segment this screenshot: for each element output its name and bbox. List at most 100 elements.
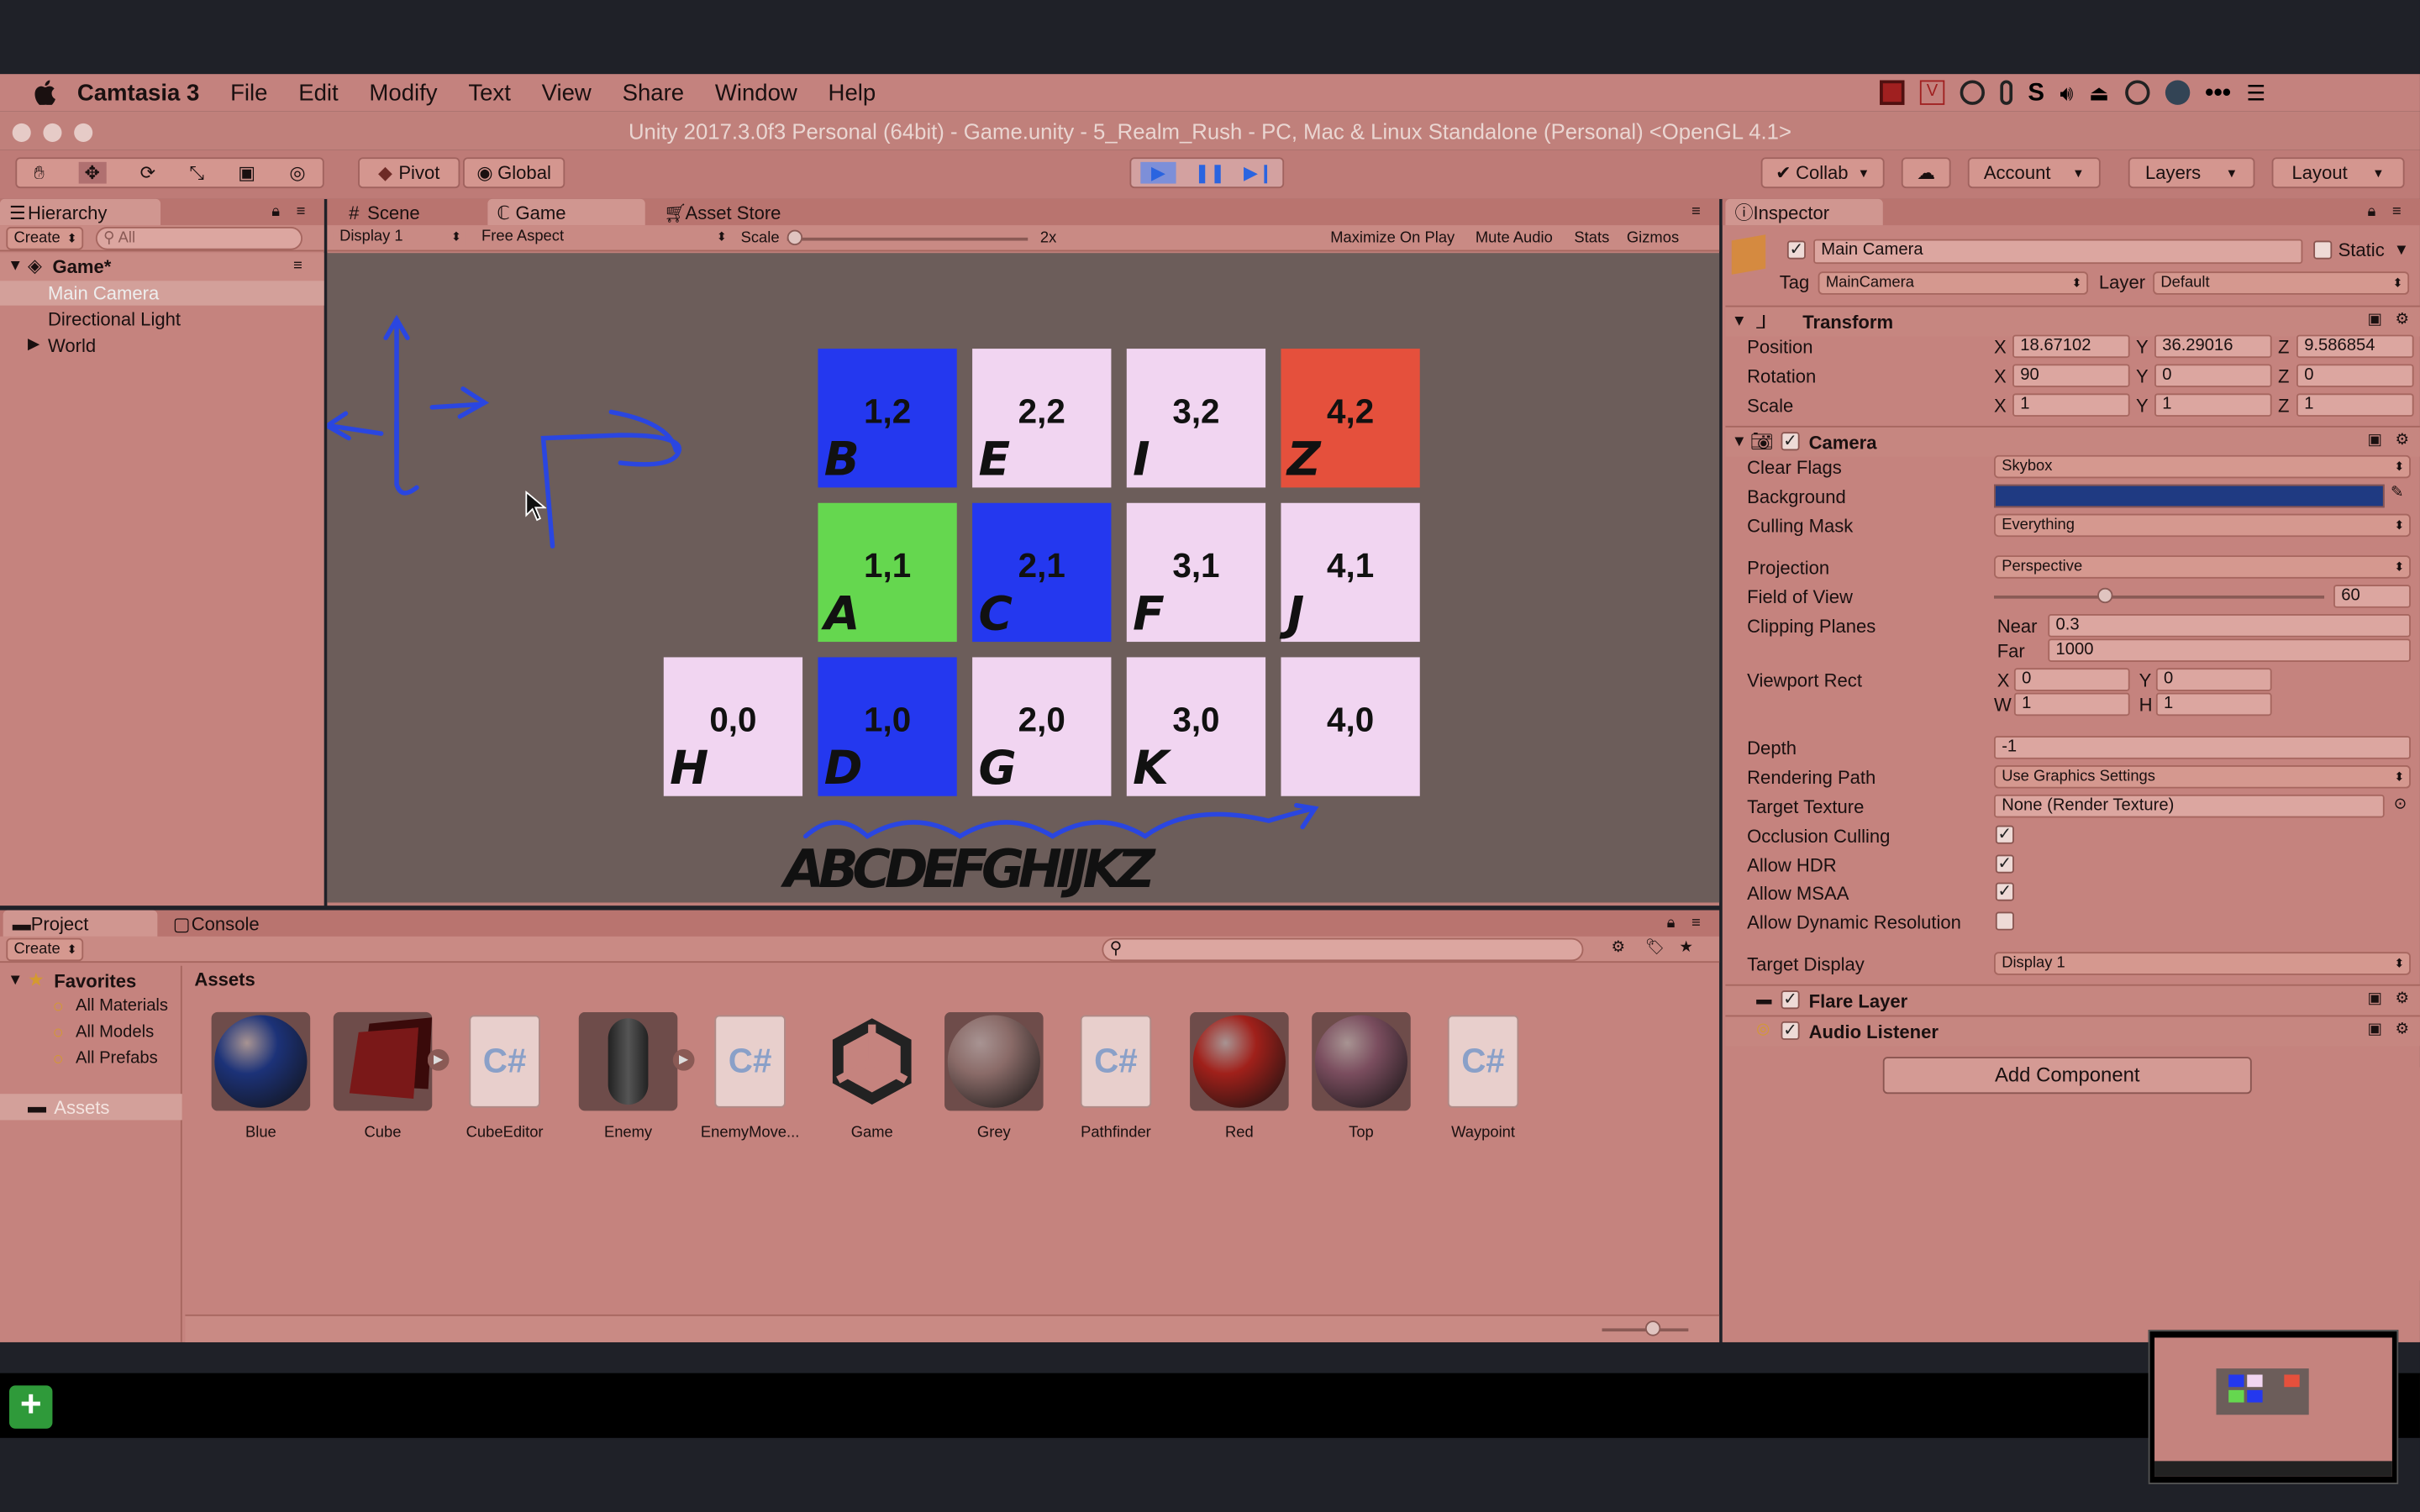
aspect-dropdown[interactable]: Free Aspect [475, 226, 732, 250]
viewport-w-field[interactable]: 1 [2013, 692, 2130, 717]
viewport-y-field[interactable]: 0 [2155, 668, 2272, 691]
tab-project[interactable]: ▬ Project [3, 910, 158, 937]
eyedropper-icon[interactable]: ✎ [2391, 485, 2403, 501]
static-dropdown-icon[interactable]: ▼ [2394, 242, 2409, 259]
tab-game[interactable]: ℂ Game [487, 198, 645, 226]
globe-icon[interactable] [1960, 80, 1985, 105]
dynamic-resolution-checkbox[interactable] [1995, 911, 2014, 931]
position-z-field[interactable]: 9.586854 [2296, 334, 2414, 359]
viewport-x-field[interactable]: 0 [2013, 668, 2130, 691]
help-icon[interactable]: ▣ [2367, 432, 2381, 449]
rotate-tool-icon[interactable]: ⟳ [140, 162, 155, 184]
rect-tool-icon[interactable]: ▣ [238, 162, 255, 184]
fav-all-materials[interactable]: All Materials [76, 997, 168, 1016]
target-texture-field[interactable]: None (Render Texture) [1994, 794, 2385, 818]
transform-tool-icon[interactable]: ◎ [289, 162, 305, 184]
maximize-on-play-toggle[interactable]: Maximize On Play [1330, 230, 1455, 247]
tab-console[interactable]: ▢ Console [164, 911, 272, 937]
filter-label-icon[interactable]: 🏷︎ [1645, 940, 1665, 957]
asset-item[interactable]: C# CubeEditor [450, 1012, 559, 1142]
expand-icon[interactable]: ▼ [1732, 433, 1747, 450]
rotation-z-field[interactable]: 0 [2296, 364, 2414, 388]
asset-item[interactable]: Grey [940, 1011, 1049, 1142]
target-display-dropdown[interactable]: Display 1 [1994, 952, 2411, 975]
v-icon[interactable]: V [1919, 80, 1945, 105]
asset-item[interactable]: Top [1307, 1011, 1416, 1142]
panel-menu-icon[interactable]: ≡ [297, 203, 306, 220]
assets-folder-row[interactable]: ▬ Assets [0, 1094, 182, 1121]
flare-enabled-checkbox[interactable]: ✓ [1781, 990, 1800, 1010]
fav-all-models[interactable]: All Models [76, 1023, 154, 1042]
fov-slider[interactable] [1994, 595, 2325, 599]
asset-item[interactable]: Enemy ▶ [574, 1011, 695, 1142]
fov-slider-thumb[interactable] [2097, 587, 2113, 604]
tab-hierarchy[interactable]: ☰ Hierarchy [0, 198, 161, 226]
asset-item[interactable]: C# EnemyMove... [696, 1012, 804, 1142]
move-tool-icon[interactable]: ✥ [78, 161, 107, 184]
hierarchy-item-directional-light[interactable]: Directional Light [0, 307, 324, 332]
settings-gear-icon[interactable]: ⚙ [2396, 432, 2409, 449]
rotation-x-field[interactable]: 90 [2012, 364, 2130, 388]
s-icon[interactable]: S [2028, 81, 2044, 108]
thumbnail-preview[interactable] [2148, 1330, 2399, 1484]
menu-view[interactable]: View [542, 80, 592, 106]
static-checkbox[interactable] [2313, 240, 2333, 260]
layer-dropdown[interactable]: Default [2153, 271, 2410, 295]
collapsed-arrow-icon[interactable]: ▶ [28, 336, 39, 353]
flare-layer-header[interactable]: ▬ ✓ Flare Layer ▣ ⚙ [1725, 984, 2420, 1016]
project-search-input[interactable]: ⚲ [1102, 937, 1584, 962]
icon-size-thumb[interactable] [1644, 1320, 1661, 1336]
object-picker-icon[interactable]: ⊙ [2394, 796, 2407, 813]
add-component-button[interactable]: Add Component [1882, 1057, 2252, 1095]
camera-header[interactable]: ▼ 📷︎ ✓ Camera ▣ ⚙ [1725, 425, 2420, 457]
prefab-expand-icon[interactable]: ▶ [672, 1048, 695, 1071]
more-icon[interactable]: ••• [2205, 81, 2231, 108]
favorite-star-icon[interactable]: ★ [1679, 940, 1692, 957]
mute-audio-toggle[interactable]: Mute Audio [1476, 230, 1553, 247]
scale-slider-thumb[interactable] [786, 229, 803, 246]
apple-icon[interactable] [34, 80, 55, 105]
asset-item[interactable]: Red [1186, 1011, 1294, 1142]
depth-field[interactable]: -1 [1994, 736, 2411, 759]
scene-row[interactable]: ▼ ◈ Game* ≡ [0, 253, 324, 281]
play-icon[interactable]: ▶ [1140, 161, 1176, 184]
hierarchy-item-main-camera[interactable]: Main Camera [0, 281, 324, 306]
menu-file[interactable]: File [230, 80, 267, 106]
collab-button[interactable]: ✔ Collab ▼ [1760, 157, 1885, 189]
film-icon[interactable] [1880, 80, 1905, 105]
scale-x-field[interactable]: 1 [2012, 393, 2130, 417]
hierarchy-item-world[interactable]: ▶ World [0, 333, 324, 358]
create-dropdown[interactable]: Create [6, 937, 84, 962]
active-checkbox[interactable]: ✓ [1786, 240, 1806, 260]
menu-edit[interactable]: Edit [298, 80, 338, 106]
settings-gear-icon[interactable]: ⚙ [2396, 1021, 2409, 1038]
hdr-checkbox[interactable]: ✓ [1995, 854, 2014, 874]
scale-slider[interactable] [786, 237, 1028, 241]
tab-asset-store[interactable]: 🛒︎ Asset Store [657, 199, 793, 225]
fov-field[interactable]: 60 [2333, 585, 2411, 608]
asset-item[interactable]: Game [818, 1012, 926, 1142]
transform-header[interactable]: ▼ ⅃ Transform ▣ ⚙ [1725, 305, 2420, 337]
expand-icon[interactable]: ▼ [8, 972, 23, 989]
favorites-label[interactable]: Favorites [54, 970, 136, 992]
tag-dropdown[interactable]: MainCamera [1818, 271, 2089, 295]
hierarchy-search-input[interactable]: ⚲ All [95, 226, 302, 250]
viewport-h-field[interactable]: 1 [2155, 692, 2272, 717]
object-name-field[interactable]: Main Camera [1813, 239, 2303, 265]
create-dropdown[interactable]: Create [6, 226, 84, 250]
tab-scene[interactable]: # Scene [339, 199, 432, 225]
game-view[interactable]: 1,2 B 2,2 E 3,2 I 4,2 Z 1,1 A 2,1 C 3,1 F 4,1 J 0,0 H 1,0 D… [327, 253, 1720, 903]
near-field[interactable]: 0.3 [2048, 614, 2411, 638]
panel-menu-icon[interactable]: ≡ [1691, 915, 1701, 932]
pause-icon[interactable]: ❚❚ [1194, 162, 1225, 184]
lock-icon[interactable]: 🔒︎ [2367, 203, 2375, 220]
volume-icon[interactable]: 🔊︎ [2060, 81, 2073, 108]
step-icon[interactable]: ▶❙ [1244, 162, 1273, 184]
prefab-expand-icon[interactable]: ▶ [427, 1048, 450, 1071]
occlusion-checkbox[interactable]: ✓ [1995, 825, 2014, 844]
panel-menu-icon[interactable]: ≡ [2392, 203, 2402, 220]
paperclip-icon[interactable] [2000, 80, 2013, 105]
asset-item[interactable]: Blue [207, 1011, 315, 1142]
projection-dropdown[interactable]: Perspective [1994, 555, 2411, 579]
expand-icon[interactable]: ▼ [8, 258, 23, 275]
